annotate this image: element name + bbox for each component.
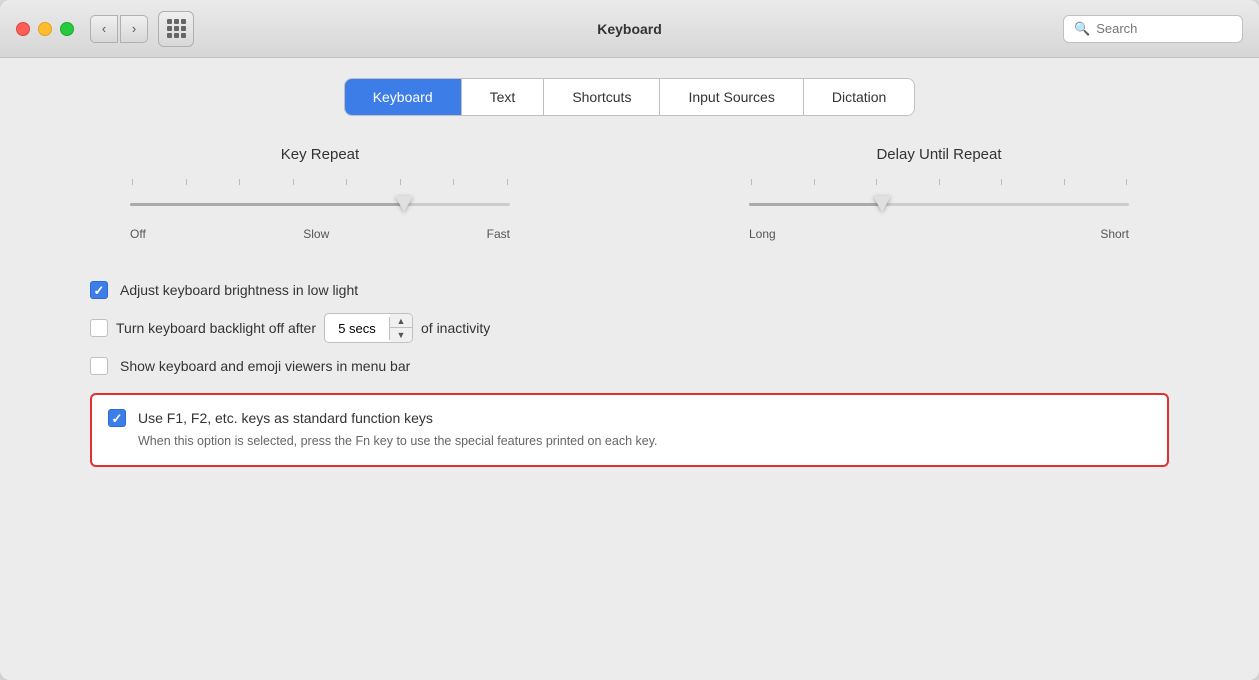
back-button[interactable]: ‹ xyxy=(90,15,118,43)
tab-dictation[interactable]: Dictation xyxy=(804,79,914,115)
fn-keys-row: Use F1, F2, etc. keys as standard functi… xyxy=(108,409,1151,427)
chevron-right-icon: › xyxy=(132,21,136,36)
tick xyxy=(293,179,294,185)
key-repeat-slider-labels: Off Slow Fast xyxy=(130,227,510,241)
tick xyxy=(346,179,347,185)
delay-repeat-long-label: Long xyxy=(749,227,776,241)
fullscreen-button[interactable] xyxy=(60,22,74,36)
emoji-viewer-label: Show keyboard and emoji viewers in menu … xyxy=(120,358,410,374)
key-repeat-track-container[interactable] xyxy=(130,189,510,219)
grid-view-button[interactable] xyxy=(158,11,194,47)
tab-input-sources[interactable]: Input Sources xyxy=(660,79,803,115)
spinner-down-button[interactable]: ▼ xyxy=(390,328,412,342)
close-button[interactable] xyxy=(16,22,30,36)
titlebar: ‹ › Keyboard 🔍 xyxy=(0,0,1259,58)
delay-repeat-label: Delay Until Repeat xyxy=(876,146,1001,163)
emoji-viewer-checkbox[interactable] xyxy=(90,357,108,375)
delay-repeat-track-container[interactable] xyxy=(749,189,1129,219)
delay-repeat-thumb[interactable] xyxy=(873,196,891,212)
key-repeat-slow-label: Slow xyxy=(303,227,329,241)
window-title: Keyboard xyxy=(597,21,662,37)
tick xyxy=(239,179,240,185)
tab-shortcuts[interactable]: Shortcuts xyxy=(544,79,660,115)
delay-repeat-slider-group: Delay Until Repeat xyxy=(749,146,1129,241)
delay-repeat-track xyxy=(749,203,1129,206)
delay-repeat-short-label: Short xyxy=(1100,227,1129,241)
fn-keys-highlight-box: Use F1, F2, etc. keys as standard functi… xyxy=(90,393,1169,467)
tabs-container: Keyboard Text Shortcuts Input Sources Di… xyxy=(344,78,916,116)
nav-buttons: ‹ › xyxy=(90,15,148,43)
tick xyxy=(939,179,940,185)
grid-icon xyxy=(167,19,186,38)
tick xyxy=(1126,179,1127,185)
tick xyxy=(1001,179,1002,185)
key-repeat-ticks xyxy=(130,179,510,185)
tab-bar: Keyboard Text Shortcuts Input Sources Di… xyxy=(30,78,1229,116)
minimize-button[interactable] xyxy=(38,22,52,36)
spinner-arrows: ▲ ▼ xyxy=(390,314,412,342)
chevron-left-icon: ‹ xyxy=(102,21,106,36)
backlight-off-row: Turn keyboard backlight off after 5 secs… xyxy=(90,313,1169,343)
keyboard-preferences-window: ‹ › Keyboard 🔍 Keyboard Text Shortc xyxy=(0,0,1259,680)
key-repeat-slider-wrapper xyxy=(130,179,510,219)
emoji-viewer-row: Show keyboard and emoji viewers in menu … xyxy=(90,357,1169,375)
tab-keyboard[interactable]: Keyboard xyxy=(345,79,462,115)
adjust-brightness-checkbox[interactable] xyxy=(90,281,108,299)
adjust-brightness-label: Adjust keyboard brightness in low light xyxy=(120,282,358,298)
sliders-row: Key Repeat xyxy=(90,146,1169,241)
tick xyxy=(1064,179,1065,185)
key-repeat-slider-group: Key Repeat xyxy=(130,146,510,241)
main-content: Keyboard Text Shortcuts Input Sources Di… xyxy=(0,58,1259,680)
key-repeat-off-label: Off xyxy=(130,227,146,241)
forward-button[interactable]: › xyxy=(120,15,148,43)
key-repeat-fast-label: Fast xyxy=(487,227,510,241)
tick xyxy=(507,179,508,185)
search-box[interactable]: 🔍 xyxy=(1063,15,1243,43)
backlight-off-checkbox[interactable] xyxy=(90,319,108,337)
tick xyxy=(400,179,401,185)
traffic-lights xyxy=(16,22,74,36)
key-repeat-thumb[interactable] xyxy=(395,196,413,212)
tick xyxy=(814,179,815,185)
spinner-up-button[interactable]: ▲ xyxy=(390,314,412,328)
tick xyxy=(132,179,133,185)
tick xyxy=(453,179,454,185)
fn-keys-label: Use F1, F2, etc. keys as standard functi… xyxy=(138,410,433,426)
settings-area: Key Repeat xyxy=(30,146,1229,467)
fn-keys-description: When this option is selected, press the … xyxy=(108,433,1151,451)
key-repeat-fill xyxy=(130,203,404,206)
tab-text[interactable]: Text xyxy=(462,79,545,115)
search-icon: 🔍 xyxy=(1074,21,1090,37)
backlight-suffix-label: of inactivity xyxy=(421,320,490,336)
tick xyxy=(186,179,187,185)
adjust-brightness-row: Adjust keyboard brightness in low light xyxy=(90,281,1169,299)
delay-repeat-ticks xyxy=(749,179,1129,185)
spinner-value: 5 secs xyxy=(325,317,390,340)
tick xyxy=(751,179,752,185)
search-input[interactable] xyxy=(1096,21,1232,36)
delay-repeat-slider-wrapper xyxy=(749,179,1129,219)
key-repeat-track xyxy=(130,203,510,206)
delay-repeat-slider-labels: Long Short xyxy=(749,227,1129,241)
spinner-control[interactable]: 5 secs ▲ ▼ xyxy=(324,313,413,343)
tick xyxy=(876,179,877,185)
checkboxes-section: Adjust keyboard brightness in low light … xyxy=(90,281,1169,467)
backlight-off-label: Turn keyboard backlight off after xyxy=(116,320,316,336)
delay-repeat-fill xyxy=(749,203,882,206)
fn-keys-checkbox[interactable] xyxy=(108,409,126,427)
key-repeat-label: Key Repeat xyxy=(281,146,359,163)
